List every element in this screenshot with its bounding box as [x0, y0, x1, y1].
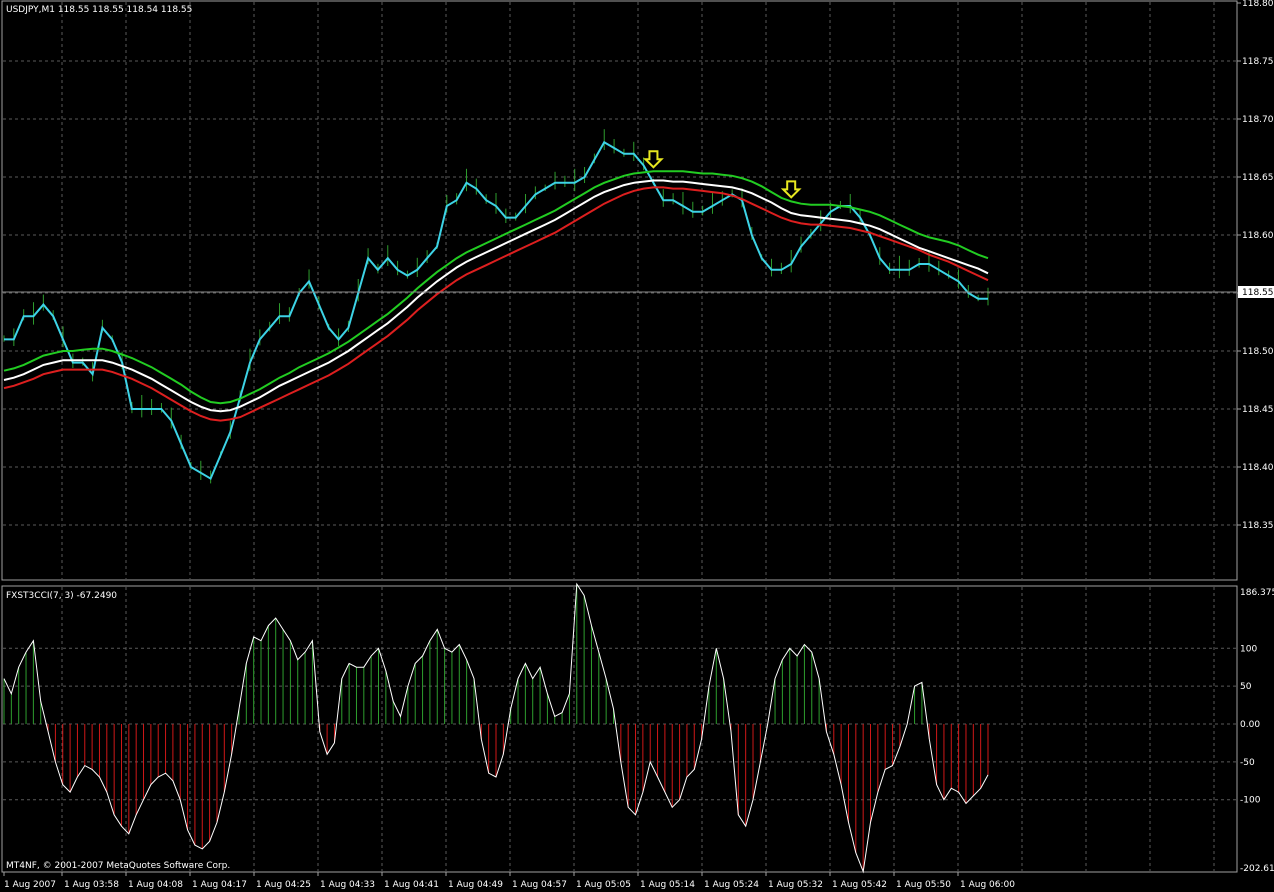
time-tick-label: 1 Aug 04:17 — [192, 880, 247, 890]
cci-tick-label: -202.614 — [1240, 864, 1274, 874]
price-tick-label: 118.80 — [1242, 0, 1274, 9]
cci-tick-label: -50 — [1240, 758, 1255, 768]
price-tick-label: 118.60 — [1242, 231, 1274, 241]
time-tick-label: 1 Aug 04:25 — [256, 880, 311, 890]
price-lines — [3, 140, 989, 481]
cci-tick-label: 50 — [1240, 682, 1252, 692]
time-tick-label: 1 Aug 04:41 — [384, 880, 439, 890]
time-tick-label: 1 Aug 05:24 — [704, 880, 759, 890]
time-tick-label: 1 Aug 05:32 — [768, 880, 823, 890]
price-bars — [3, 129, 989, 484]
chart-canvas[interactable]: 118.80 118.75 118.70 118.65 118.60 118.55 118.… — [0, 0, 1274, 892]
price-tick-label: 118.65 — [1242, 173, 1274, 183]
cci-histogram — [3, 583, 989, 872]
time-tick-label: 1 Aug 05:42 — [832, 880, 887, 890]
main-panel-frame — [1, 0, 1238, 581]
price-tick-label: 118.75 — [1242, 57, 1274, 67]
sub-header: FXST3CCI(7, 3) -67.2490 — [6, 591, 117, 601]
time-tick-label: 1 Aug 05:50 — [896, 880, 951, 890]
time-tick-label: 1 Aug 04:33 — [320, 880, 375, 890]
time-tick-label: 1 Aug 04:57 — [512, 880, 567, 890]
copyright-label: MT4NF, © 2001-2007 MetaQuotes Software C… — [6, 861, 230, 871]
series-cyan-line — [4, 140, 988, 481]
series-red-line — [3, 186, 989, 422]
main-header: USDJPY,M1 118.55 118.55 118.54 118.55 — [6, 5, 192, 15]
cci-tick-label: 100 — [1240, 644, 1257, 654]
time-tick-label: 1 Aug 04:49 — [448, 880, 503, 890]
time-tick-label: 1 Aug 05:14 — [640, 880, 695, 890]
time-tick-label: 1 Aug 03:58 — [64, 880, 119, 890]
price-tick-label: 118.40 — [1242, 463, 1274, 473]
main-grid — [3, 2, 1236, 579]
time-tick-label: 1 Aug 2007 — [4, 880, 56, 890]
chart-window: 118.80 118.75 118.70 118.65 118.60 118.55 118.… — [0, 0, 1274, 892]
price-tick-label: 118.70 — [1242, 115, 1274, 125]
current-price-label: 118.55 — [1242, 288, 1274, 298]
price-tick-label: 118.45 — [1242, 405, 1274, 415]
cci-tick-label: -100 — [1240, 796, 1261, 806]
sell-arrow — [780, 180, 802, 199]
cci-tick-label: 186.375 — [1240, 588, 1274, 598]
price-tick-label: 118.50 — [1242, 347, 1274, 357]
price-tick-label: 118.35 — [1242, 521, 1274, 531]
time-tick-label: 1 Aug 06:00 — [960, 880, 1015, 890]
series-white-line — [3, 179, 989, 413]
time-tick-label: 1 Aug 05:05 — [576, 880, 631, 890]
sell-arrow — [643, 150, 664, 169]
time-tick-label: 1 Aug 04:08 — [128, 880, 183, 890]
cci-tick-label: 0.00 — [1240, 720, 1260, 730]
